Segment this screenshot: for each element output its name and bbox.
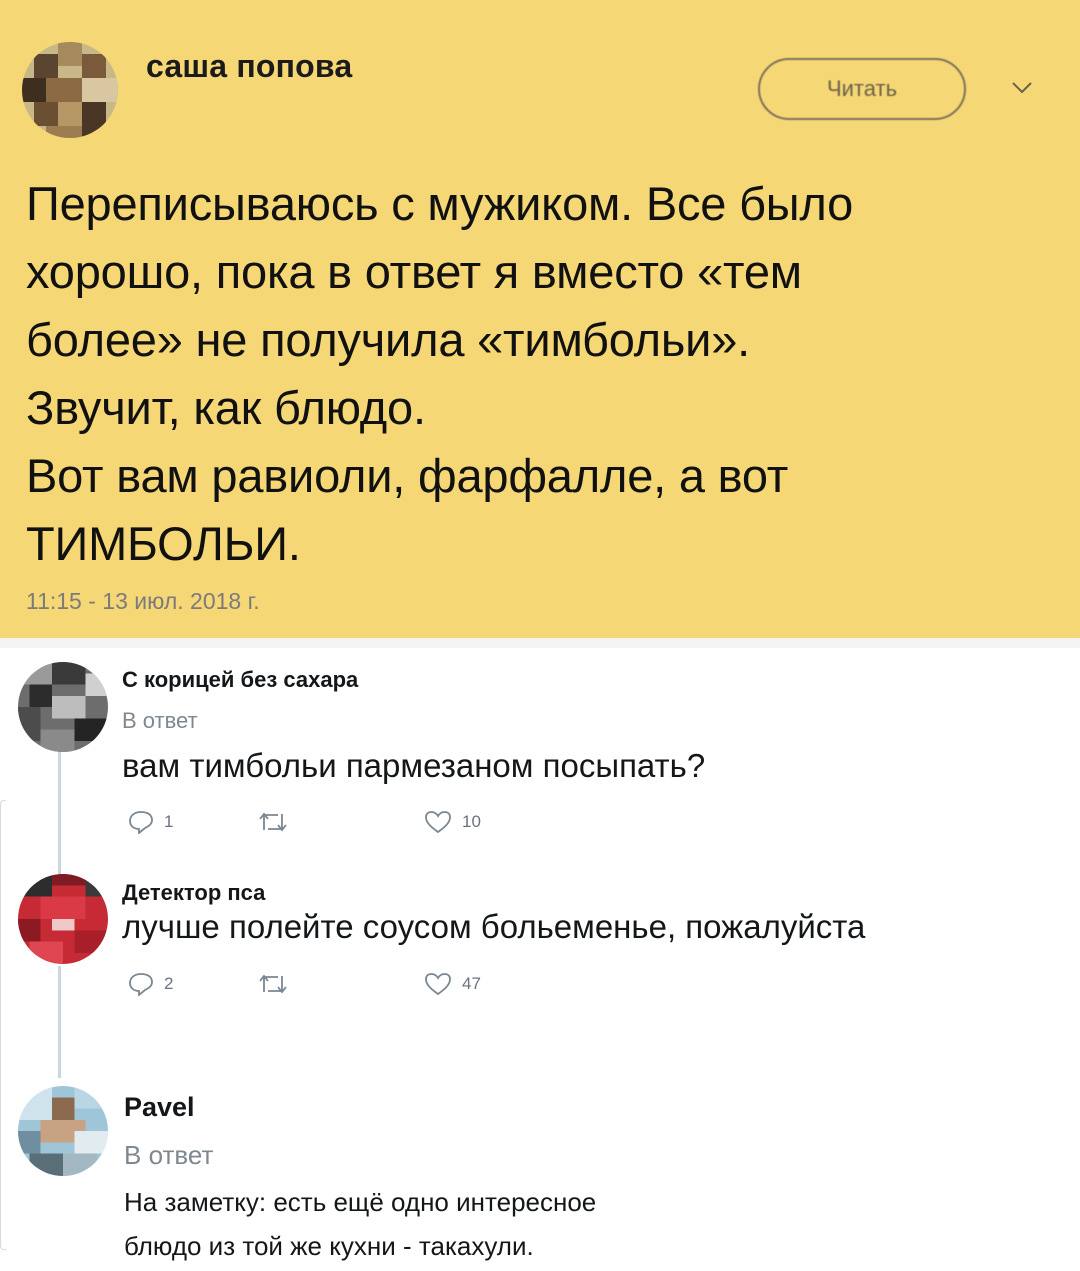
- like-icon: [425, 973, 451, 996]
- retweet-action[interactable]: [258, 972, 298, 996]
- reply-author[interactable]: С корицей без сахара: [122, 667, 358, 693]
- chevron-down-icon[interactable]: [1010, 80, 1034, 96]
- reply-action[interactable]: 1: [128, 810, 173, 834]
- reply-context: В ответ: [122, 708, 198, 733]
- panel-edge: [0, 800, 6, 1250]
- like-action[interactable]: 47: [424, 972, 481, 996]
- retweet-icon: [259, 812, 287, 832]
- like-count: 10: [462, 812, 481, 831]
- reply-avatar[interactable]: [18, 874, 108, 964]
- reply-count: 2: [164, 974, 174, 993]
- retweet-icon: [259, 974, 287, 994]
- reply-text: На заметку: есть ещё одно интересное блю…: [124, 1187, 597, 1261]
- author-avatar[interactable]: [22, 42, 118, 138]
- main-tweet: саша попова Читать Переписываюсь с мужик…: [0, 0, 1080, 638]
- reply-avatar[interactable]: [18, 662, 108, 752]
- like-icon: [425, 811, 451, 834]
- thread-line: [58, 966, 61, 1078]
- reply-author[interactable]: Pavel: [124, 1092, 195, 1123]
- reply-icon: [129, 811, 153, 834]
- thread-line: [58, 752, 61, 874]
- like-action[interactable]: 10: [424, 810, 481, 834]
- reply-icon: [129, 973, 153, 996]
- follow-button[interactable]: Читать: [758, 58, 966, 120]
- retweet-action[interactable]: [258, 810, 298, 834]
- like-count: 47: [462, 974, 481, 993]
- reply-action[interactable]: 2: [128, 972, 173, 996]
- author-name[interactable]: саша попова: [146, 48, 352, 85]
- reply-context: В ответ: [124, 1140, 214, 1170]
- reply-text: лучше полейте соусом больеменье, пожалуй…: [122, 908, 866, 945]
- divider: [0, 638, 1080, 648]
- reply-author[interactable]: Детектор пса: [122, 880, 265, 906]
- tweet-text: Переписываюсь с мужиком. Все было хорошо…: [26, 177, 854, 570]
- reply-count: 1: [164, 812, 174, 831]
- reply-avatar[interactable]: [18, 1086, 108, 1176]
- reply-text: вам тимбольи пармезаном посыпать?: [122, 747, 706, 784]
- tweet-timestamp[interactable]: 11:15 - 13 июл. 2018 г.: [26, 588, 260, 615]
